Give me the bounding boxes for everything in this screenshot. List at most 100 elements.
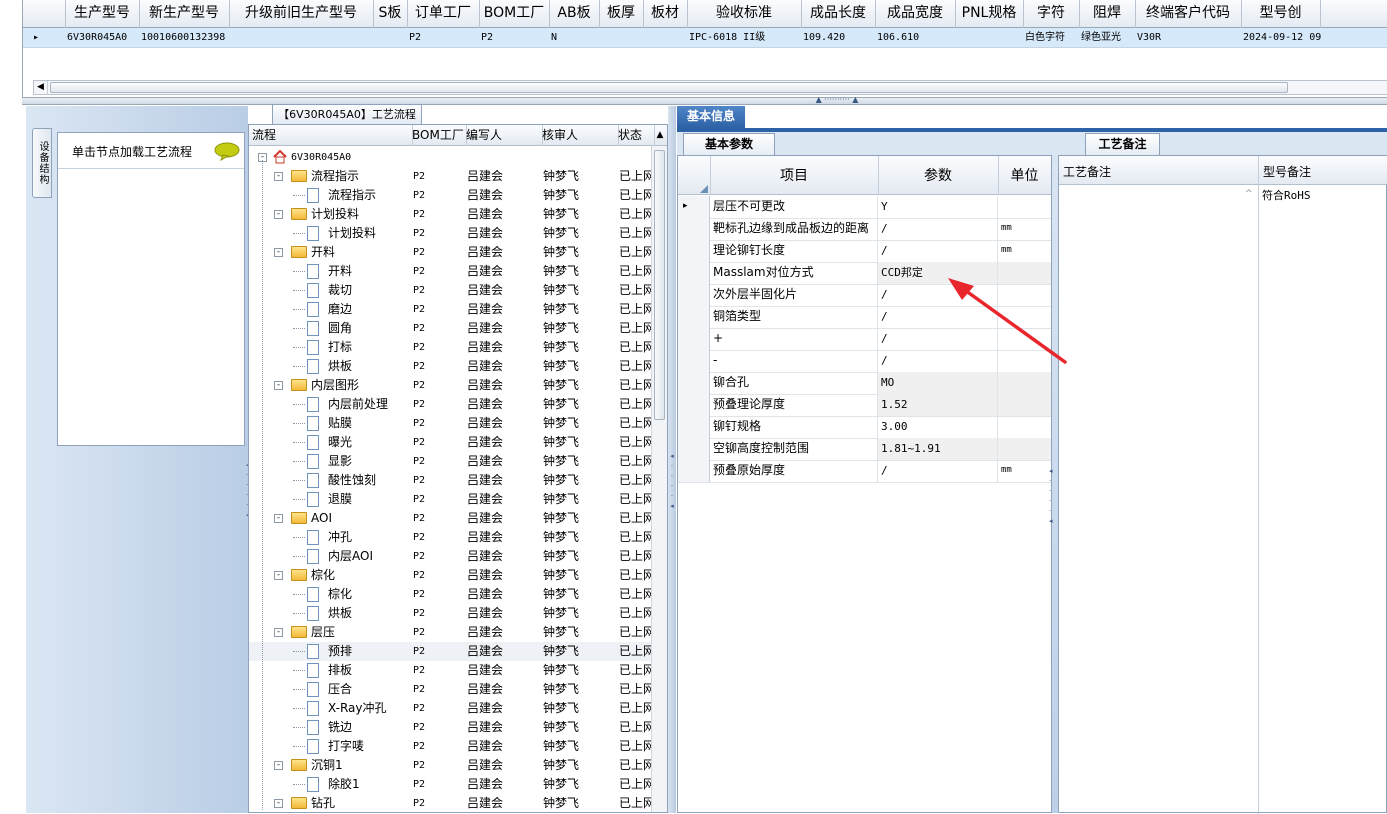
product-grid-cell-length[interactable]: 109.420: [801, 28, 877, 48]
notes-scroll-up-icon[interactable]: ^: [1245, 189, 1253, 199]
collapse-icon[interactable]: -: [274, 172, 283, 181]
tree-step-row[interactable]: 排板 P2 吕建会 钟梦飞 已上网: [249, 661, 651, 680]
tree-step-row[interactable]: 曝光 P2 吕建会 钟梦飞 已上网: [249, 433, 651, 452]
product-grid-col-ab_board[interactable]: AB板: [549, 0, 600, 28]
product-grid-col-created[interactable]: 型号创: [1241, 0, 1321, 28]
param-value[interactable]: 1.52: [878, 394, 998, 416]
tree-folder-row[interactable]: - AOI P2 吕建会 钟梦飞 已上网: [249, 509, 651, 528]
horizontal-splitter[interactable]: ▲ ·········· ▲: [22, 96, 1387, 105]
product-grid-cell-acceptance[interactable]: IPC-6018 II级: [687, 28, 803, 48]
param-value[interactable]: 1.81~1.91: [878, 438, 998, 460]
process-flow-tab[interactable]: 【6V30R045A0】工艺流程: [272, 104, 422, 124]
product-grid-col-pnl[interactable]: PNL规格: [955, 0, 1024, 28]
tree-step-row[interactable]: 铣边 P2 吕建会 钟梦飞 已上网: [249, 718, 651, 737]
tree-step-row[interactable]: 打字唛 P2 吕建会 钟梦飞 已上网: [249, 737, 651, 756]
equipment-structure-tab[interactable]: 设备结构: [32, 128, 52, 198]
tree-folder-row[interactable]: - 层压 P2 吕建会 钟梦飞 已上网: [249, 623, 651, 642]
param-row[interactable]: 铆合孔 MO: [678, 372, 1051, 395]
params-splitter-grip-icon[interactable]: ◂ · · · · ◂: [1049, 466, 1053, 536]
tree-step-row[interactable]: 烘板 P2 吕建会 钟梦飞 已上网: [249, 357, 651, 376]
product-grid-cell-thickness[interactable]: [599, 28, 645, 48]
param-value[interactable]: 3.00: [878, 416, 998, 438]
tree-folder-row[interactable]: - 内层图形 P2 吕建会 钟梦飞 已上网: [249, 376, 651, 395]
product-grid-col-order_factory[interactable]: 订单工厂: [407, 0, 480, 28]
params-header-item[interactable]: 项目: [710, 156, 879, 195]
product-grid-col-prod_model[interactable]: 生产型号: [65, 0, 140, 28]
vscroll-thumb[interactable]: [654, 150, 665, 420]
product-grid-cell-new_model[interactable]: 10010600132398: [139, 28, 231, 48]
product-grid-cell-order_factory[interactable]: P2: [407, 28, 481, 48]
param-row[interactable]: 靶标孔边缘到成品板边的距离 / mm: [678, 218, 1051, 241]
tree-step-row[interactable]: 冲孔 P2 吕建会 钟梦飞 已上网: [249, 528, 651, 547]
tree-step-row[interactable]: 预排 P2 吕建会 钟梦飞 已上网: [249, 642, 651, 661]
row-header[interactable]: [678, 416, 710, 438]
notes-header-process[interactable]: 工艺备注: [1059, 156, 1259, 185]
product-grid-col-s_board[interactable]: S板: [373, 0, 408, 28]
row-header[interactable]: [678, 218, 710, 240]
tree-step-row[interactable]: 显影 P2 吕建会 钟梦飞 已上网: [249, 452, 651, 471]
param-value[interactable]: /: [878, 218, 998, 240]
product-grid-cell-customer[interactable]: V30R: [1135, 28, 1243, 48]
tree-step-row[interactable]: X-Ray冲孔 P2 吕建会 钟梦飞 已上网: [249, 699, 651, 718]
row-header[interactable]: [678, 438, 710, 460]
scroll-left-arrow-icon[interactable]: ◀: [34, 81, 48, 94]
notes-header-model[interactable]: 型号备注: [1259, 156, 1387, 185]
product-grid-col-char[interactable]: 字符: [1023, 0, 1080, 28]
tree-step-row[interactable]: 除胶1 P2 吕建会 钟梦飞 已上网: [249, 775, 651, 794]
param-value[interactable]: Y: [878, 196, 998, 218]
tree-header-reviewer[interactable]: 核审人: [539, 125, 619, 146]
product-grid-cell-width[interactable]: 106.610: [875, 28, 957, 48]
row-header[interactable]: [678, 372, 710, 394]
tab-basic-info[interactable]: 基本信息: [677, 106, 745, 128]
product-grid-cell-old_model[interactable]: [229, 28, 375, 48]
product-grid-col-material[interactable]: 板材: [643, 0, 688, 28]
product-grid-hscroll[interactable]: ◀: [33, 80, 1387, 95]
tree-root-row[interactable]: -6V30R045A0: [249, 148, 651, 167]
tree-step-row[interactable]: 内层前处理 P2 吕建会 钟梦飞 已上网: [249, 395, 651, 414]
row-header[interactable]: [678, 306, 710, 328]
param-row[interactable]: 理论铆钉长度 / mm: [678, 240, 1051, 263]
row-header[interactable]: [678, 350, 710, 372]
tree-step-row[interactable]: 烘板 P2 吕建会 钟梦飞 已上网: [249, 604, 651, 623]
tree-header-flow[interactable]: 流程: [249, 125, 413, 146]
param-row[interactable]: ▸ 层压不可更改 Y: [678, 196, 1051, 219]
row-header[interactable]: [678, 240, 710, 262]
product-grid-col-width[interactable]: 成品宽度: [875, 0, 956, 28]
row-header[interactable]: [678, 394, 710, 416]
product-grid-col-customer[interactable]: 终端客户代码: [1135, 0, 1242, 28]
tree-folder-row[interactable]: - 计划投料 P2 吕建会 钟梦飞 已上网: [249, 205, 651, 224]
product-grid-col-length[interactable]: 成品长度: [801, 0, 876, 28]
product-grid-cell-bom_factory[interactable]: P2: [479, 28, 551, 48]
param-value[interactable]: /: [878, 460, 998, 482]
row-header[interactable]: [678, 460, 710, 482]
tree-header-status[interactable]: 状态: [615, 125, 655, 146]
tree-folder-row[interactable]: - 开料 P2 吕建会 钟梦飞 已上网: [249, 243, 651, 262]
product-grid-col-new_model[interactable]: 新生产型号: [139, 0, 230, 28]
tree-header-writer[interactable]: 编写人: [463, 125, 543, 146]
row-header[interactable]: [678, 284, 710, 306]
product-grid-col-solder[interactable]: 阻焊: [1079, 0, 1136, 28]
tree-step-row[interactable]: 计划投料 P2 吕建会 钟梦飞 已上网: [249, 224, 651, 243]
product-grid-col-old_model[interactable]: 升级前旧生产型号: [229, 0, 374, 28]
vertical-splitter[interactable]: ◂ · · · · ◂: [668, 106, 676, 813]
product-grid-cell-created[interactable]: 2024-09-12 09:15: [1241, 28, 1322, 48]
params-header-value[interactable]: 参数: [878, 156, 999, 195]
tree-step-row[interactable]: 磨边 P2 吕建会 钟梦飞 已上网: [249, 300, 651, 319]
tree-step-row[interactable]: 贴膜 P2 吕建会 钟梦飞 已上网: [249, 414, 651, 433]
row-header[interactable]: [678, 328, 710, 350]
tree-folder-row[interactable]: - 棕化 P2 吕建会 钟梦飞 已上网: [249, 566, 651, 585]
tree-step-row[interactable]: 圆角 P2 吕建会 钟梦飞 已上网: [249, 319, 651, 338]
tree-step-row[interactable]: 裁切 P2 吕建会 钟梦飞 已上网: [249, 281, 651, 300]
product-grid-col-thickness[interactable]: 板厚: [599, 0, 644, 28]
collapse-icon[interactable]: -: [274, 381, 283, 390]
tab-process-notes[interactable]: 工艺备注: [1085, 133, 1160, 155]
vsplit-grip-icon[interactable]: ◂ · · · · ◂: [668, 451, 676, 521]
collapse-icon[interactable]: -: [274, 514, 283, 523]
collapse-icon[interactable]: -: [274, 210, 283, 219]
collapse-icon[interactable]: -: [274, 799, 283, 808]
collapse-icon[interactable]: -: [274, 628, 283, 637]
params-header-unit[interactable]: 单位: [998, 156, 1051, 195]
row-header[interactable]: [678, 262, 710, 284]
product-grid-row[interactable]: ▸ 6V30R045A0 10010600132398 P2 P2 N IPC-6018 I…: [23, 28, 1387, 48]
tree-step-row[interactable]: 开料 P2 吕建会 钟梦飞 已上网: [249, 262, 651, 281]
